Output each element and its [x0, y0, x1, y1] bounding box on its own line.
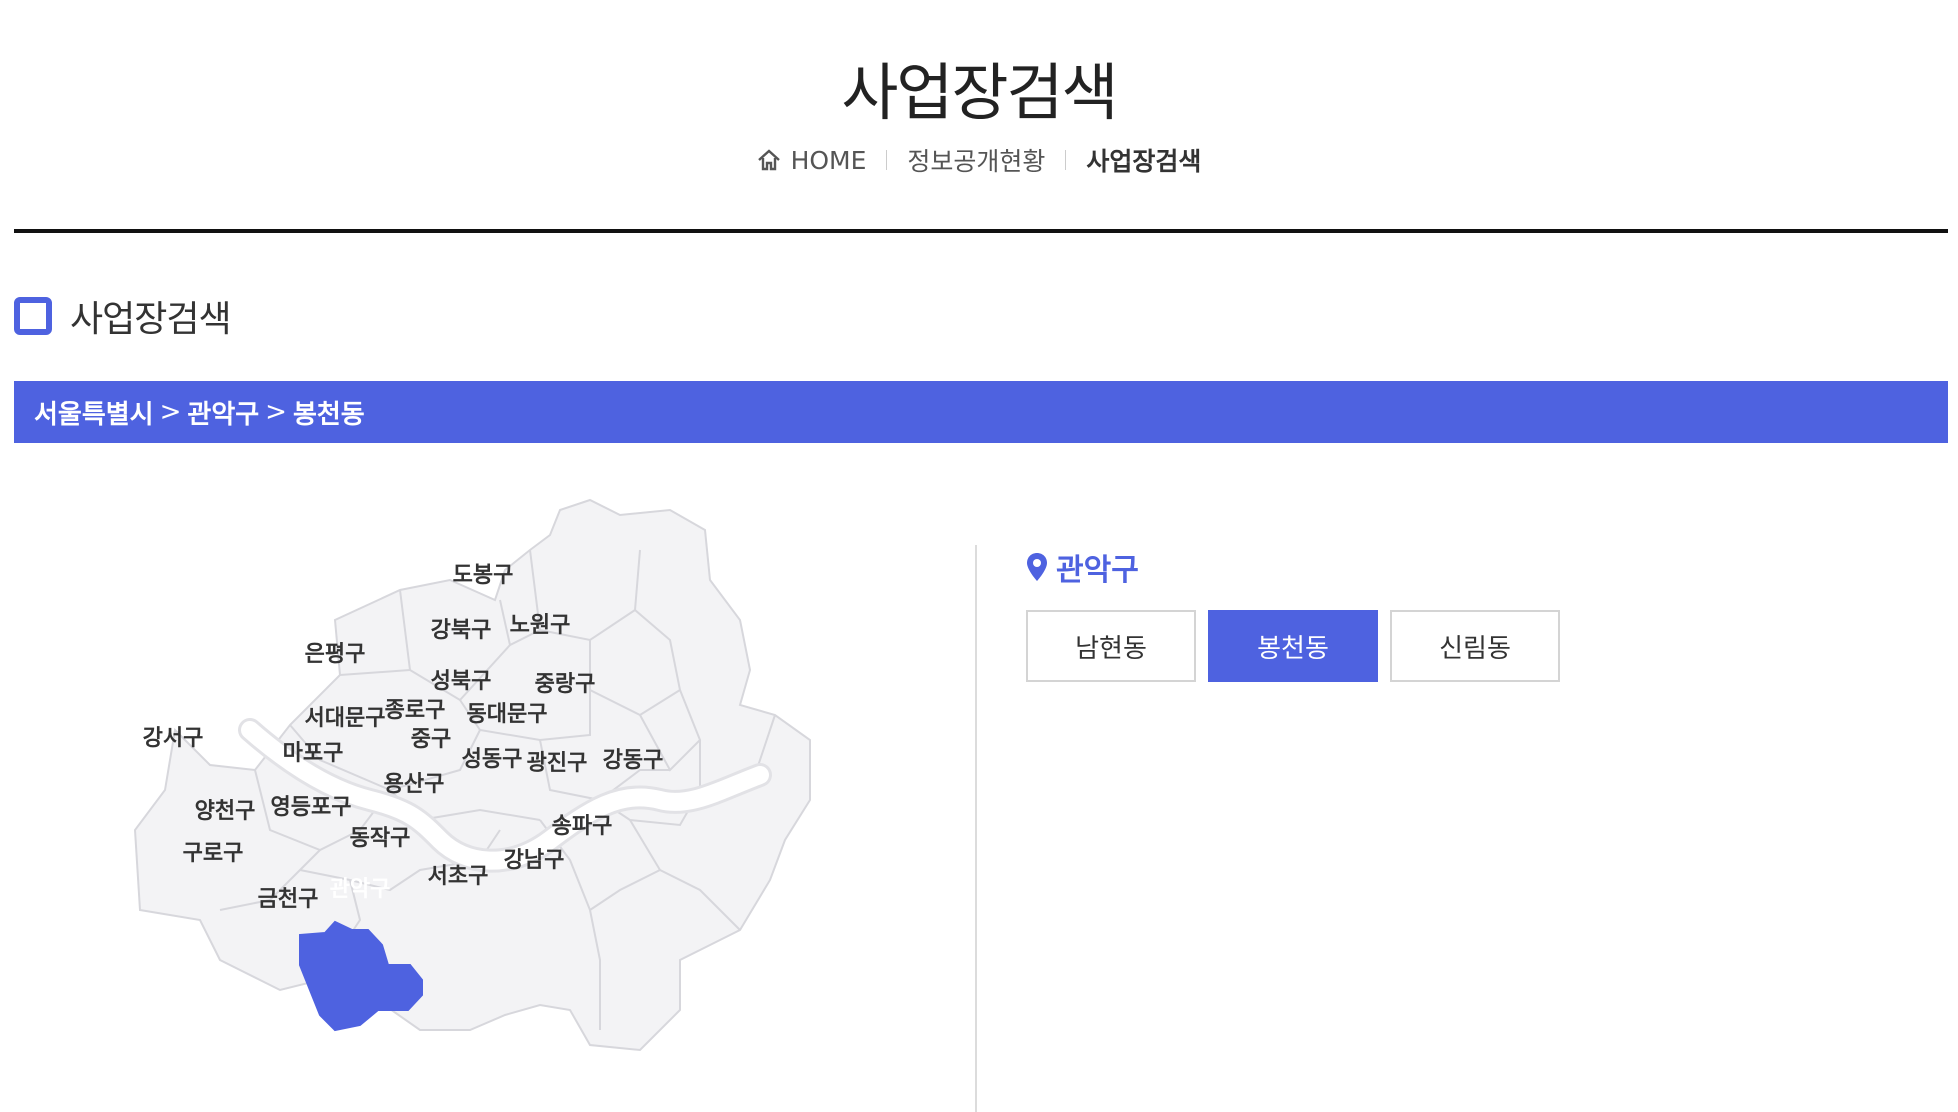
- breadcrumb-divider: [1065, 150, 1067, 170]
- map-pin-icon: [1027, 553, 1047, 581]
- dong-button-list: 남현동 봉천동 신림동: [1026, 610, 1560, 682]
- district-label-jongno[interactable]: 종로구: [385, 698, 446, 723]
- location-dong: 봉천동: [292, 399, 365, 430]
- district-label-gangseo[interactable]: 강서구: [143, 726, 204, 751]
- district-label-seongdong[interactable]: 성동구: [462, 747, 523, 772]
- district-label-mapo[interactable]: 마포구: [283, 741, 344, 766]
- location-gu: 관악구: [187, 399, 260, 430]
- square-bullet-icon: [14, 297, 52, 335]
- chevron-right-icon: >: [265, 397, 287, 427]
- district-label-gwangjin[interactable]: 광진구: [527, 751, 588, 776]
- dong-button-sillim[interactable]: 신림동: [1390, 610, 1560, 682]
- district-label-yangcheon[interactable]: 양천구: [195, 799, 256, 824]
- district-label-jung[interactable]: 중구: [411, 727, 451, 752]
- section-header: 사업장검색: [14, 290, 232, 342]
- dong-button-namhyeon[interactable]: 남현동: [1026, 610, 1196, 682]
- selected-gu-name: 관악구: [1056, 553, 1139, 588]
- seoul-district-map: 도봉구 노원구 강북구 은평구 성북구 중랑구 종로구 서대문구 동대문구 강서…: [120, 490, 880, 1090]
- district-label-dongdaemun[interactable]: 동대문구: [467, 702, 548, 727]
- breadcrumb-home-label: HOME: [790, 145, 867, 175]
- district-label-yongsan[interactable]: 용산구: [384, 772, 445, 797]
- chevron-right-icon: >: [159, 397, 182, 427]
- district-label-geumcheon[interactable]: 금천구: [258, 887, 319, 912]
- district-label-guro[interactable]: 구로구: [183, 841, 244, 866]
- district-label-gangdong[interactable]: 강동구: [603, 748, 664, 773]
- breadcrumb-current: 사업장검색: [1086, 147, 1202, 176]
- district-label-jungnang[interactable]: 중랑구: [535, 672, 596, 697]
- dong-button-bongcheon[interactable]: 봉천동: [1208, 610, 1378, 682]
- location-city: 서울특별시: [34, 399, 154, 430]
- district-label-dongjak[interactable]: 동작구: [350, 826, 411, 851]
- location-path-bar: 서울특별시 > 관악구 > 봉천동: [14, 381, 1948, 443]
- breadcrumb: HOME 정보공개현황 사업장검색: [0, 142, 1958, 178]
- home-icon: [757, 149, 780, 171]
- district-label-eunpyeong[interactable]: 은평구: [305, 642, 366, 667]
- district-label-nowon[interactable]: 노원구: [510, 613, 571, 638]
- content-divider: [975, 545, 977, 1112]
- district-label-seodaemun[interactable]: 서대문구: [305, 706, 386, 731]
- breadcrumb-parent[interactable]: 정보공개현황: [907, 142, 1045, 178]
- section-title: 사업장검색: [70, 299, 232, 340]
- breadcrumb-divider: [886, 150, 888, 170]
- selected-gu-heading: 관악구: [1026, 545, 1139, 589]
- district-label-gangnam[interactable]: 강남구: [504, 848, 565, 873]
- district-label-seongbuk[interactable]: 성북구: [431, 669, 492, 694]
- district-label-yeongdeungpo[interactable]: 영등포구: [271, 795, 352, 820]
- district-label-seocho[interactable]: 서초구: [428, 864, 489, 889]
- district-label-songpa[interactable]: 송파구: [552, 814, 613, 839]
- district-label-gwanak[interactable]: 관악구: [330, 877, 391, 902]
- district-label-dobong[interactable]: 도봉구: [453, 563, 514, 588]
- header-divider: [14, 229, 1948, 233]
- page-title: 사업장검색: [841, 56, 1118, 129]
- district-label-gangbuk[interactable]: 강북구: [431, 618, 492, 643]
- breadcrumb-home[interactable]: HOME: [757, 145, 867, 175]
